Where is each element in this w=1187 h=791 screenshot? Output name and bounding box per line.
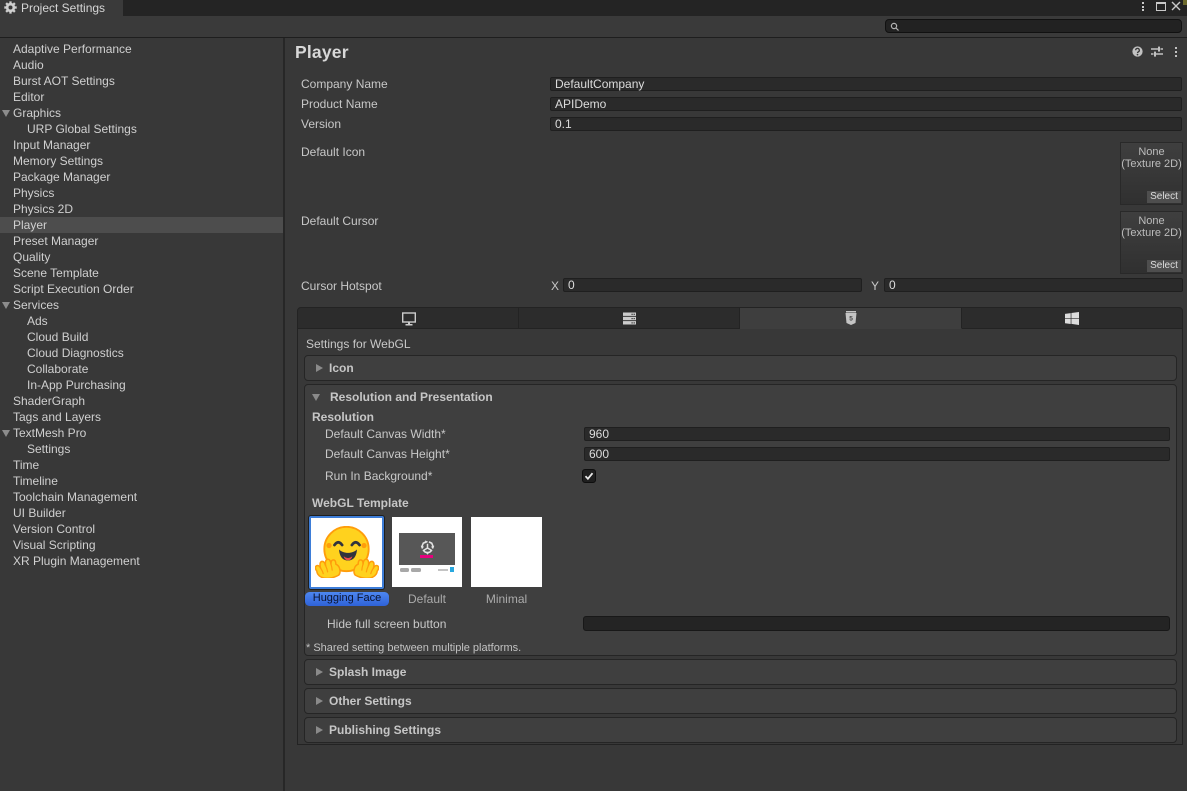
svg-text:5: 5: [849, 316, 853, 323]
